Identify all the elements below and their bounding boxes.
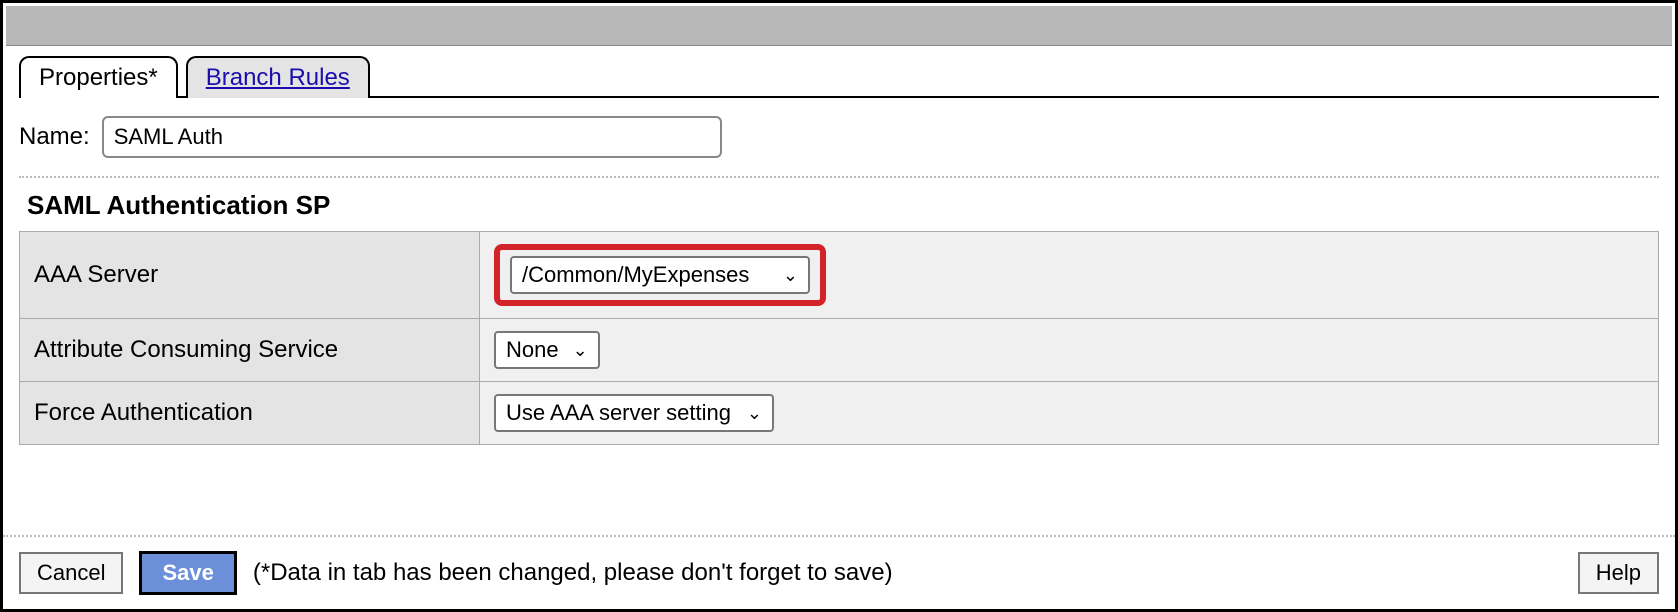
config-table: AAA Server /Common/MyExpenses ⌄ Attribut… bbox=[19, 231, 1659, 445]
highlight-aaa-server: /Common/MyExpenses ⌄ bbox=[494, 244, 826, 306]
footer: Cancel Save (*Data in tab has been chang… bbox=[3, 535, 1675, 609]
tab-properties[interactable]: Properties* bbox=[19, 56, 178, 98]
row-force-auth: Force Authentication Use AAA server sett… bbox=[20, 382, 1659, 445]
tab-branch-rules[interactable]: Branch Rules bbox=[186, 56, 370, 98]
label-attr-consuming: Attribute Consuming Service bbox=[20, 319, 480, 382]
dialog-window: Properties* Branch Rules Name: SAML Auth… bbox=[0, 0, 1678, 612]
chevron-down-icon: ⌄ bbox=[747, 403, 762, 424]
section-title: SAML Authentication SP bbox=[19, 186, 1659, 231]
select-aaa-server-value: /Common/MyExpenses bbox=[522, 262, 749, 288]
select-force-auth-value: Use AAA server setting bbox=[506, 400, 731, 426]
titlebar bbox=[6, 6, 1672, 46]
value-cell-force-auth: Use AAA server setting ⌄ bbox=[480, 382, 1659, 445]
section-divider bbox=[19, 176, 1659, 178]
value-cell-aaa-server: /Common/MyExpenses ⌄ bbox=[480, 232, 1659, 319]
select-aaa-server[interactable]: /Common/MyExpenses ⌄ bbox=[510, 256, 810, 294]
select-force-auth[interactable]: Use AAA server setting ⌄ bbox=[494, 394, 774, 432]
value-cell-attr-consuming: None ⌄ bbox=[480, 319, 1659, 382]
row-aaa-server: AAA Server /Common/MyExpenses ⌄ bbox=[20, 232, 1659, 319]
select-attr-consuming-value: None bbox=[506, 337, 559, 363]
label-aaa-server: AAA Server bbox=[20, 232, 480, 319]
tabs-row: Properties* Branch Rules bbox=[3, 56, 1675, 98]
cancel-button[interactable]: Cancel bbox=[19, 552, 123, 594]
select-attr-consuming[interactable]: None ⌄ bbox=[494, 331, 600, 369]
label-force-auth: Force Authentication bbox=[20, 382, 480, 445]
name-label: Name: bbox=[19, 123, 90, 151]
name-input[interactable] bbox=[102, 116, 722, 158]
footer-note: (*Data in tab has been changed, please d… bbox=[253, 559, 893, 587]
chevron-down-icon: ⌄ bbox=[783, 265, 798, 286]
help-button[interactable]: Help bbox=[1578, 552, 1659, 594]
chevron-down-icon: ⌄ bbox=[573, 340, 588, 361]
name-row: Name: bbox=[19, 116, 1659, 158]
save-button[interactable]: Save bbox=[139, 551, 236, 595]
content-area: Properties* Branch Rules Name: SAML Auth… bbox=[3, 46, 1675, 535]
form-body: Name: SAML Authentication SP AAA Server … bbox=[3, 98, 1675, 445]
row-attr-consuming: Attribute Consuming Service None ⌄ bbox=[20, 319, 1659, 382]
